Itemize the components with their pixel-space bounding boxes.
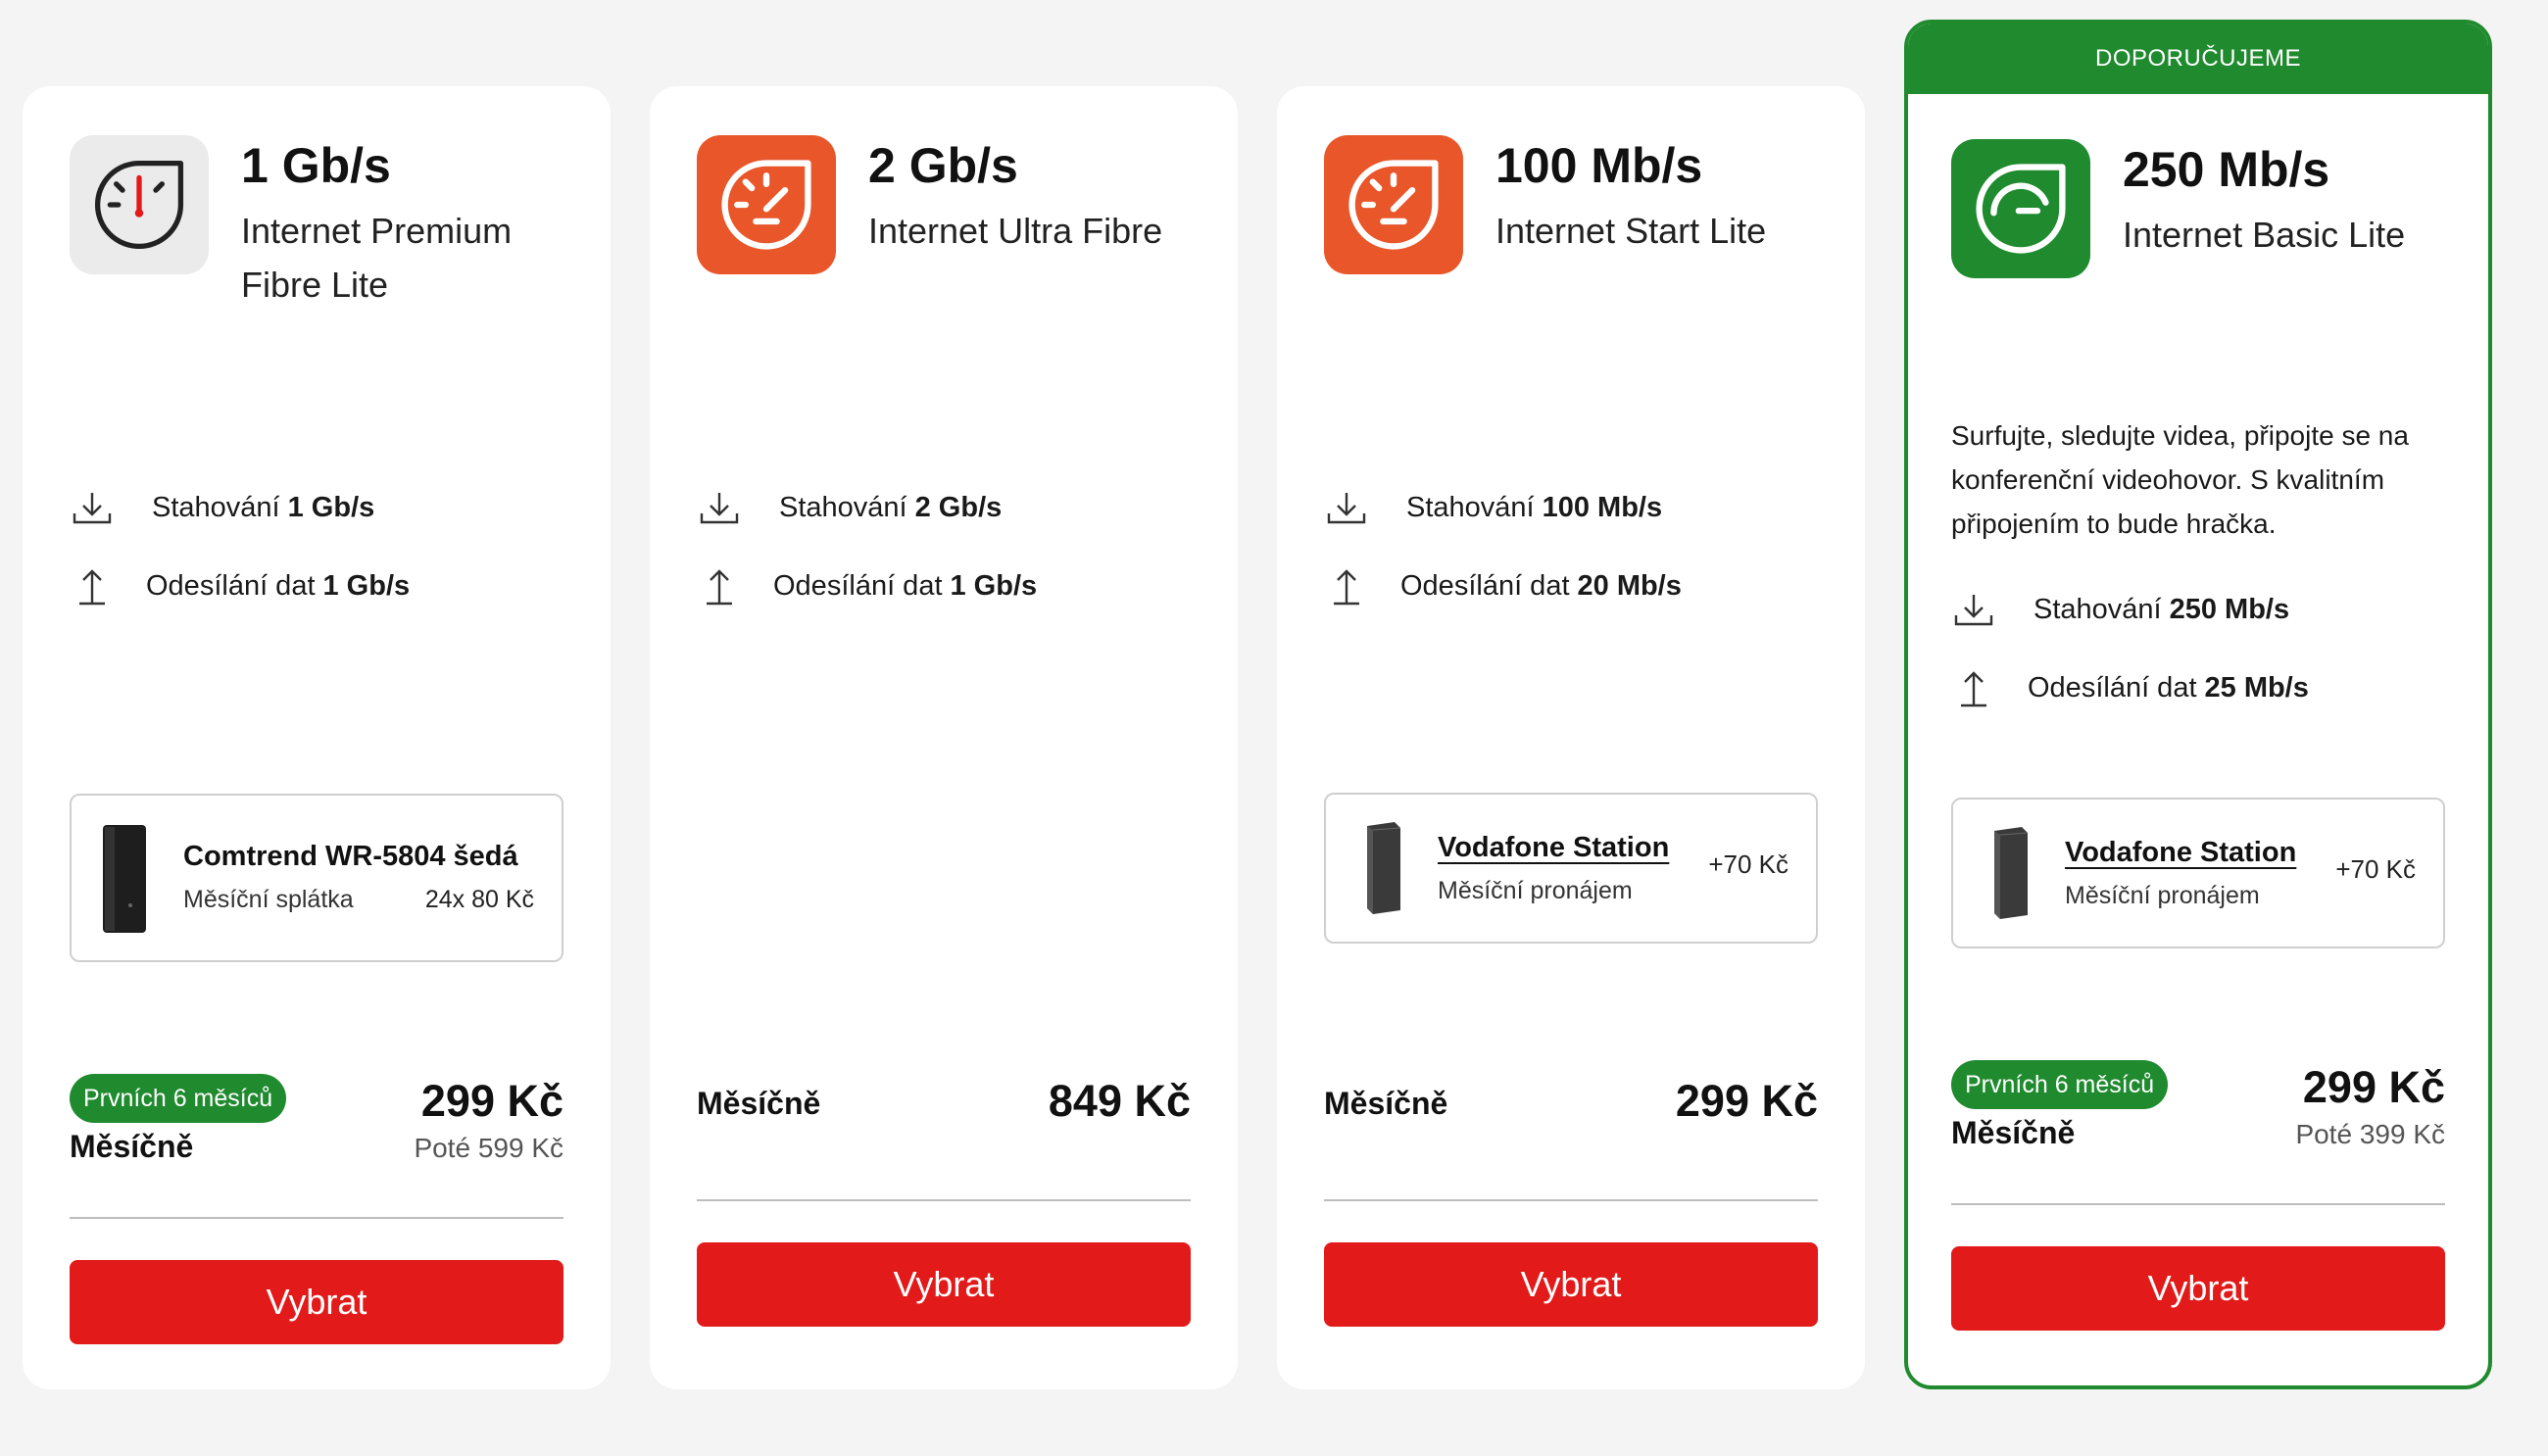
select-button[interactable]: Vybrat [1324, 1242, 1818, 1327]
download-value: 100 Mb/s [1542, 491, 1663, 523]
monthly-label: Měsíčně [1324, 1086, 1448, 1121]
plan-name: Internet Start Lite [1495, 211, 1767, 251]
upload-label: Odesílání dat [1400, 569, 1570, 602]
upload-row: Odesílání dat 25 Mb/s [1951, 668, 2309, 707]
upload-row: Odesílání dat 1 Gb/s [697, 566, 1037, 606]
speedometer-icon [1324, 135, 1463, 274]
upload-arrow-icon [1324, 566, 1369, 606]
plan-card-ultra-fibre: 2 Gb/s Internet Ultra Fibre Stahování 2 … [650, 86, 1238, 1389]
upload-arrow-icon [1951, 668, 1996, 707]
download-arrow-icon [1324, 488, 1369, 527]
plan-speed: 1 Gb/s [241, 138, 391, 193]
plan-card-basic-lite: DOPORUČUJEME 250 Mb/s Internet Basic Lit… [1904, 20, 2492, 1389]
download-value: 2 Gb/s [914, 491, 1003, 523]
plan-description: Surfujte, sledujte videa, připojte se na… [1951, 420, 2409, 539]
download-row: Stahování 100 Mb/s [1324, 488, 1662, 527]
speedometer-icon [1951, 139, 2090, 278]
device-name-link[interactable]: Vodafone Station [1438, 832, 1669, 864]
download-label: Stahování [1406, 491, 1535, 523]
speedometer-icon [697, 135, 836, 274]
device-box[interactable]: Vodafone Station Měsíční pronájem +70 Kč [1324, 793, 1818, 944]
upload-label: Odesílání dat [773, 569, 943, 602]
device-box[interactable]: Vodafone Station Měsíční pronájem +70 Kč [1951, 798, 2445, 948]
device-name-link[interactable]: Vodafone Station [2065, 837, 2296, 869]
device-box[interactable]: Comtrend WR-5804 šedá Měsíční splátka 24… [70, 794, 564, 962]
upload-value: 1 Gb/s [950, 569, 1038, 602]
plan-name: Internet Basic Lite [2123, 215, 2406, 255]
recommended-banner: DOPORUČUJEME [1908, 24, 2488, 94]
download-label: Stahování [779, 491, 907, 523]
download-arrow-icon [1951, 590, 1996, 629]
upload-arrow-icon [70, 566, 115, 606]
monthly-label: Měsíčně [1951, 1115, 2076, 1150]
device-price: 24x 80 Kč [424, 886, 534, 913]
download-row: Stahování 1 Gb/s [70, 488, 374, 527]
monthly-label: Měsíčně [697, 1086, 821, 1121]
download-label: Stahování [2034, 593, 2162, 625]
monthly-price: 299 Kč [1675, 1076, 1818, 1126]
upload-value: 1 Gb/s [322, 569, 411, 602]
monthly-price: 299 Kč [420, 1076, 564, 1126]
plan-card-premium-fibre-lite: 1 Gb/s Internet Premium Fibre Lite Staho… [23, 86, 611, 1389]
download-row: Stahování 250 Mb/s [1951, 590, 2289, 629]
download-arrow-icon [697, 488, 742, 527]
router-image [97, 823, 152, 940]
upload-row: Odesílání dat 1 Gb/s [70, 566, 410, 606]
monthly-price: 299 Kč [2302, 1062, 2445, 1112]
download-value: 250 Mb/s [2169, 593, 2290, 625]
after-price: Poté 599 Kč [414, 1133, 564, 1163]
divider [1951, 1203, 2445, 1205]
device-sub: Měsíční splátka [183, 886, 354, 913]
plan-speed: 100 Mb/s [1495, 138, 1703, 193]
upload-row: Odesílání dat 20 Mb/s [1324, 566, 1682, 606]
download-row: Stahování 2 Gb/s [697, 488, 1002, 527]
device-price: +70 Kč [2335, 854, 2416, 884]
select-button[interactable]: Vybrat [1951, 1246, 2445, 1331]
monthly-label: Měsíčně [70, 1129, 194, 1164]
select-button[interactable]: Vybrat [70, 1260, 564, 1344]
device-name: Comtrend WR-5804 šedá [183, 841, 518, 872]
plan-name: Internet Premium Fibre Lite [241, 211, 513, 305]
upload-label: Odesílání dat [146, 569, 316, 602]
upload-value: 20 Mb/s [1577, 569, 1682, 602]
download-label: Stahování [152, 491, 280, 523]
divider [1324, 1199, 1818, 1201]
download-arrow-icon [70, 488, 115, 527]
promo-badge: Prvních 6 měsíců [1951, 1060, 2169, 1109]
divider [697, 1199, 1191, 1201]
plan-card-start-lite: 100 Mb/s Internet Start Lite Stahování 1… [1277, 86, 1865, 1389]
device-sub: Měsíční pronájem [2065, 882, 2260, 909]
speedometer-icon [70, 135, 209, 274]
router-image [1979, 825, 2037, 928]
upload-value: 25 Mb/s [2204, 671, 2309, 704]
plan-name: Internet Ultra Fibre [868, 211, 1163, 251]
promo-badge: Prvních 6 měsíců [70, 1074, 287, 1123]
download-value: 1 Gb/s [287, 491, 375, 523]
device-sub: Měsíční pronájem [1438, 877, 1633, 904]
device-price: +70 Kč [1708, 849, 1788, 879]
plan-speed: 250 Mb/s [2123, 142, 2330, 197]
divider [70, 1217, 564, 1219]
after-price: Poté 399 Kč [2295, 1119, 2445, 1149]
upload-label: Odesílání dat [2028, 671, 2197, 704]
select-button[interactable]: Vybrat [697, 1242, 1191, 1327]
monthly-price: 849 Kč [1048, 1076, 1191, 1126]
router-image [1351, 820, 1410, 923]
upload-arrow-icon [697, 566, 742, 606]
plan-speed: 2 Gb/s [868, 138, 1018, 193]
